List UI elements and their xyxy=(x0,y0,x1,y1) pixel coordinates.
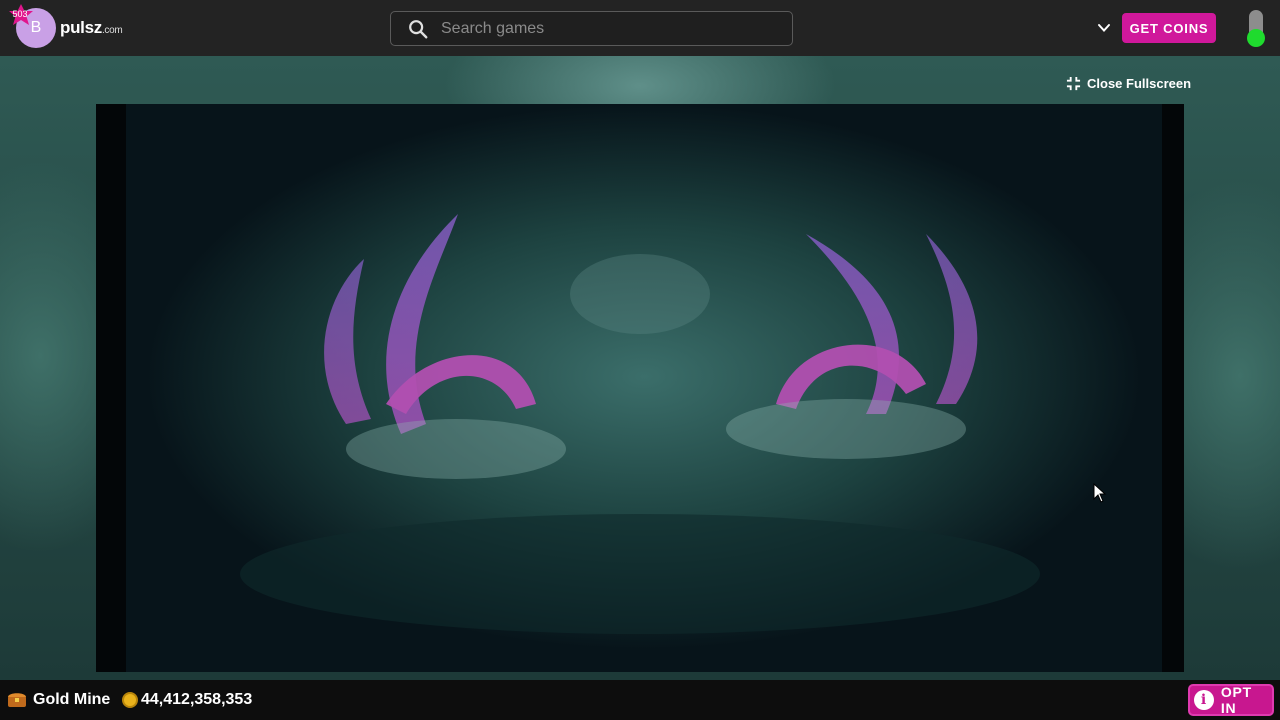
logo-text: pulsz xyxy=(60,18,102,37)
toggle-knob[interactable] xyxy=(1247,29,1265,47)
info-icon: i xyxy=(1194,690,1214,710)
gold-coin-icon xyxy=(122,692,138,708)
chevron-down-icon[interactable] xyxy=(1096,20,1112,36)
game-scene-image xyxy=(96,104,1184,672)
mouse-cursor-icon xyxy=(1093,483,1107,503)
treasure-chest-icon xyxy=(8,693,26,707)
level-badge: 503 xyxy=(12,9,28,19)
opt-in-button[interactable]: i OPT IN xyxy=(1188,684,1274,716)
top-header: B 503 pulsz.com GET COINS xyxy=(0,0,1280,56)
game-frame[interactable] xyxy=(96,104,1184,672)
close-fullscreen-label: Close Fullscreen xyxy=(1087,76,1192,91)
mode-label[interactable]: Gold Mine xyxy=(33,691,110,709)
pulsz-logo[interactable]: pulsz.com xyxy=(60,18,123,38)
search-box[interactable] xyxy=(390,11,793,46)
logo-suffix: .com xyxy=(101,25,123,36)
coin-balance: 44,412,358,353 xyxy=(141,691,253,708)
search-icon xyxy=(409,19,428,38)
get-coins-button[interactable]: GET COINS xyxy=(1122,13,1216,43)
exit-fullscreen-icon xyxy=(1066,76,1081,91)
search-input[interactable] xyxy=(441,19,761,38)
opt-in-label: OPT IN xyxy=(1220,684,1253,716)
close-fullscreen-button[interactable]: Close Fullscreen xyxy=(1066,76,1191,91)
